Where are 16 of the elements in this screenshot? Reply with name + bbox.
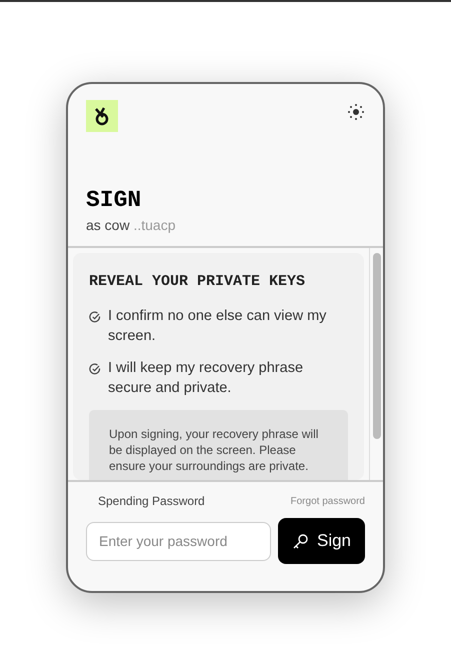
check-circle-icon bbox=[89, 310, 101, 322]
key-icon bbox=[292, 532, 309, 550]
notice-heading: REVEAL YOUR PRIVATE KEYS bbox=[89, 272, 306, 292]
scrollbar-thumb[interactable] bbox=[373, 253, 381, 439]
password-field[interactable]: Enter your password bbox=[86, 522, 271, 560]
confirmation-text: I will keep my recovery phrase secure and private. bbox=[108, 358, 304, 398]
app-logo bbox=[86, 100, 118, 132]
field-label: Spending Password bbox=[97, 493, 205, 510]
sign-button[interactable]: Sign bbox=[278, 518, 365, 564]
settings-icon[interactable] bbox=[347, 103, 365, 121]
account-address: ..tuacp bbox=[133, 216, 176, 233]
page-title: SIGN bbox=[86, 187, 142, 215]
info-note: Upon signing, your recovery phrase will be displayed on the screen. Please ensure your surroundings are private. bbox=[89, 410, 348, 480]
check-circle-icon bbox=[89, 362, 101, 374]
account-name: as cow bbox=[86, 216, 130, 233]
confirmation-text: I confirm no one else can view my screen. bbox=[108, 306, 328, 346]
